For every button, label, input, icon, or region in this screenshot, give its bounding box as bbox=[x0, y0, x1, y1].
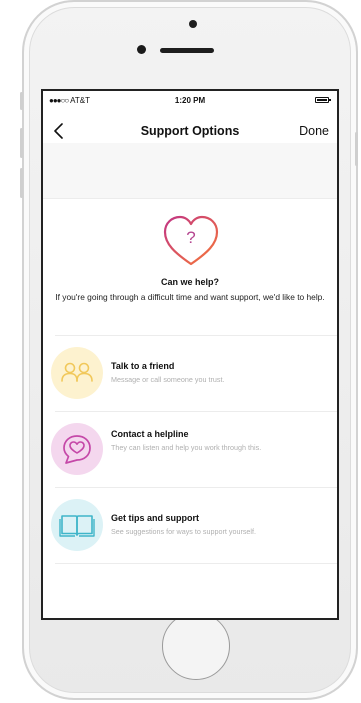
screen: ●●●○○ AT&T 1:20 PM Support Options Done … bbox=[41, 89, 339, 620]
open-book-icon bbox=[59, 515, 95, 537]
earpiece-speaker bbox=[160, 48, 214, 53]
option-contact-helpline[interactable]: Contact a helpline They can listen and h… bbox=[43, 413, 337, 487]
option-get-tips[interactable]: Get tips and support See suggestions for… bbox=[43, 489, 337, 563]
battery-icon bbox=[315, 97, 331, 103]
power-button bbox=[355, 132, 358, 166]
heart-question-glyph: ? bbox=[186, 228, 195, 247]
front-camera bbox=[137, 45, 146, 54]
status-time: 1:20 PM bbox=[174, 96, 206, 105]
chat-heart-icon bbox=[63, 435, 91, 464]
status-bar: ●●●○○ AT&T 1:20 PM bbox=[43, 91, 337, 109]
camera-dot bbox=[189, 20, 197, 28]
helpline-icon-circle bbox=[51, 423, 103, 475]
two-friends-icon bbox=[61, 362, 93, 382]
home-button[interactable] bbox=[162, 612, 230, 680]
option-subtitle: Message or call someone you trust. bbox=[111, 375, 225, 384]
page-title: Support Options bbox=[140, 124, 240, 138]
divider bbox=[55, 563, 337, 564]
done-button[interactable]: Done bbox=[299, 124, 329, 138]
help-title: Can we help? bbox=[160, 277, 219, 287]
option-title: Get tips and support bbox=[111, 513, 200, 523]
divider bbox=[55, 335, 337, 336]
volume-down-button bbox=[20, 168, 23, 198]
divider bbox=[55, 487, 337, 488]
option-subtitle: They can listen and help you work throug… bbox=[111, 443, 262, 452]
option-title: Contact a helpline bbox=[111, 429, 189, 439]
heart-question-icon: ? bbox=[163, 215, 219, 266]
volume-up-button bbox=[20, 128, 23, 158]
divider bbox=[55, 411, 337, 412]
header-band bbox=[43, 143, 337, 199]
tips-icon-circle bbox=[51, 499, 103, 551]
option-subtitle: See suggestions for ways to support your… bbox=[111, 527, 257, 536]
option-talk-to-friend[interactable]: Talk to a friend Message or call someone… bbox=[43, 337, 337, 411]
side-button bbox=[20, 92, 23, 110]
option-title: Talk to a friend bbox=[111, 361, 175, 371]
friends-icon-circle bbox=[51, 347, 103, 399]
help-description: If you're going through a difficult time… bbox=[55, 292, 325, 302]
